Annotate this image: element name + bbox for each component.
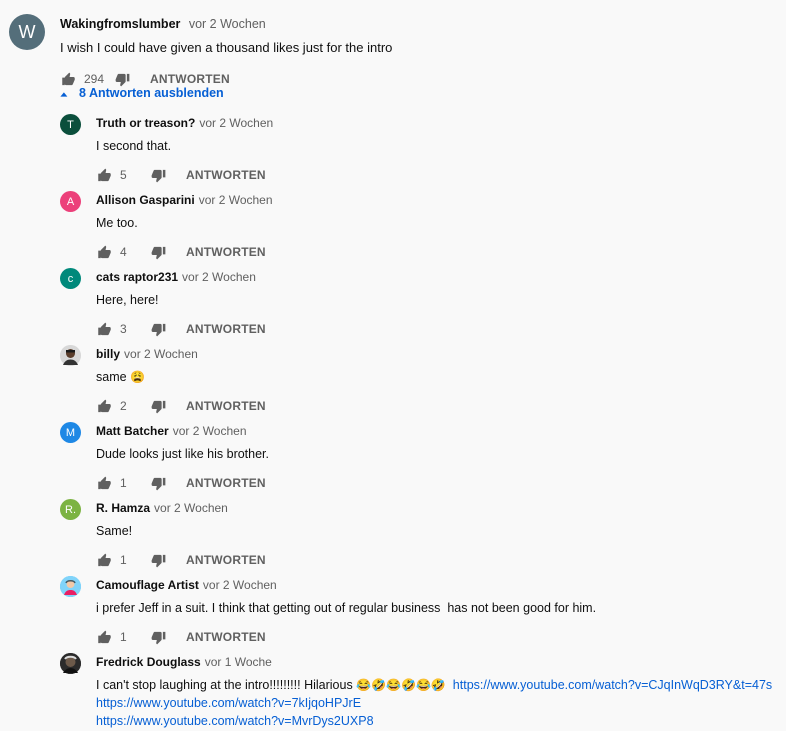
profile-photo-icon <box>60 653 81 674</box>
thumbs-down-icon[interactable] <box>150 398 166 414</box>
profile-photo-icon <box>60 576 81 597</box>
comment-actions: 1 ANTWORTEN <box>96 550 776 570</box>
reply-button[interactable]: ANTWORTEN <box>186 245 266 259</box>
avatar[interactable] <box>60 345 81 366</box>
reply-button[interactable]: ANTWORTEN <box>186 168 266 182</box>
comment-body: Camouflage Artist vor 2 Wochen i prefer J… <box>96 576 776 647</box>
thumbs-up-icon[interactable] <box>96 552 112 568</box>
comment-author[interactable]: billy <box>96 347 120 361</box>
thumbs-up-icon[interactable] <box>60 71 76 87</box>
caret-up-icon <box>59 86 71 100</box>
comment-time[interactable]: vor 2 Wochen <box>173 424 247 438</box>
comment-body: Truth or treason? vor 2 Wochen I second t… <box>96 114 776 185</box>
comment-body: Matt Batcher vor 2 Wochen Dude looks just… <box>96 422 776 493</box>
thumbs-up-icon[interactable] <box>96 321 112 337</box>
reply-button[interactable]: ANTWORTEN <box>186 322 266 336</box>
thumbs-down-icon[interactable] <box>150 167 166 183</box>
comment-time[interactable]: vor 2 Wochen <box>203 578 277 592</box>
avatar[interactable]: c <box>60 268 81 289</box>
comment-text: I second that. <box>96 139 172 153</box>
like-count: 4 <box>120 245 127 259</box>
comment-text-content: same <box>96 370 127 384</box>
comment-time[interactable]: vor 2 Wochen <box>124 347 198 361</box>
comment-text: I can't stop laughing at the intro!!!!!!… <box>96 676 776 730</box>
reply-button[interactable]: ANTWORTEN <box>150 72 230 86</box>
comment-actions: 5 ANTWORTEN <box>96 165 776 185</box>
profile-photo-icon <box>60 345 81 366</box>
comment-body: cats raptor231 vor 2 Wochen Here, here! 3… <box>96 268 776 339</box>
avatar[interactable]: M <box>60 422 81 443</box>
comment-author[interactable]: Camouflage Artist <box>96 578 199 592</box>
thumbs-down-icon[interactable] <box>150 552 166 568</box>
reply-button[interactable]: ANTWORTEN <box>186 553 266 567</box>
comment-actions: 4 ANTWORTEN <box>96 242 776 262</box>
hide-replies-label: 8 Antworten ausblenden <box>79 86 224 100</box>
comment-time[interactable]: vor 2 Wochen <box>182 270 256 284</box>
thumbs-up-icon[interactable] <box>96 629 112 645</box>
comment-text-content: I can't stop laughing at the intro!!!!!!… <box>96 678 353 692</box>
comment-text: i prefer Jeff in a suit. I think that ge… <box>96 601 597 615</box>
comment-text: I wish I could have given a thousand lik… <box>60 40 393 55</box>
video-link[interactable]: https://www.youtube.com/watch?v=7kIjqoHP… <box>96 694 776 712</box>
avatar[interactable]: T <box>60 114 81 135</box>
thumbs-down-icon[interactable] <box>114 71 130 87</box>
comment-author[interactable]: R. Hamza <box>96 501 150 515</box>
avatar[interactable]: R. <box>60 499 81 520</box>
thumbs-down-icon[interactable] <box>150 475 166 491</box>
thumbs-up-icon[interactable] <box>96 398 112 414</box>
avatar[interactable]: A <box>60 191 81 212</box>
thumbs-down-icon[interactable] <box>150 321 166 337</box>
thumbs-up-icon[interactable] <box>96 244 112 260</box>
hide-replies-button[interactable]: 8 Antworten ausblenden <box>59 86 224 100</box>
like-count: 1 <box>120 630 127 644</box>
comment-author[interactable]: Matt Batcher <box>96 424 169 438</box>
like-count: 1 <box>120 476 127 490</box>
avatar[interactable]: W <box>9 14 45 50</box>
reply-button[interactable]: ANTWORTEN <box>186 630 266 644</box>
reply-button[interactable]: ANTWORTEN <box>186 399 266 413</box>
comment-author[interactable]: Fredrick Douglass <box>96 655 201 669</box>
comment-author[interactable]: Wakingfromslumber <box>60 17 180 31</box>
thumbs-up-icon[interactable] <box>96 167 112 183</box>
comment-time[interactable]: vor 2 Wochen <box>189 17 266 31</box>
comment-text: Dude looks just like his brother. <box>96 447 270 461</box>
comment-time[interactable]: vor 2 Wochen <box>199 116 273 130</box>
video-link[interactable]: https://www.youtube.com/watch?v=MvrDys2U… <box>96 712 776 730</box>
like-count: 1 <box>120 553 127 567</box>
video-link[interactable]: https://www.youtube.com/watch?v=CJqInWqD… <box>453 678 772 692</box>
comment-text: Here, here! <box>96 293 159 307</box>
comment-actions: 1 ANTWORTEN <box>96 473 776 493</box>
avatar[interactable] <box>60 576 81 597</box>
comment-actions: 1 ANTWORTEN <box>96 627 776 647</box>
like-count: 5 <box>120 168 127 182</box>
thumbs-down-icon[interactable] <box>150 244 166 260</box>
comment-author[interactable]: Truth or treason? <box>96 116 195 130</box>
thumbs-up-icon[interactable] <box>96 475 112 491</box>
avatar[interactable] <box>60 653 81 674</box>
emoji-weary-icon: 😩 <box>130 370 146 384</box>
comment-body: R. Hamza vor 2 Wochen Same! 1 ANTWORTEN <box>96 499 776 570</box>
comment-body: Wakingfromslumber vor 2 Wochen I wish I … <box>60 14 760 89</box>
reply-button[interactable]: ANTWORTEN <box>186 476 266 490</box>
comment-body: Fredrick Douglass vor 1 Woche I can't sto… <box>96 653 776 730</box>
comment-body: Allison Gasparini vor 2 Wochen Me too. 4 … <box>96 191 776 262</box>
comment-text: Same! <box>96 524 133 538</box>
comment-time[interactable]: vor 1 Woche <box>205 655 272 669</box>
comment-time[interactable]: vor 2 Wochen <box>199 193 273 207</box>
like-count: 3 <box>120 322 127 336</box>
emoji-laughing-icon: 😂🤣😂🤣😂🤣 <box>356 678 446 692</box>
comment-actions: 3 ANTWORTEN <box>96 319 776 339</box>
like-count: 2 <box>120 399 127 413</box>
comment-text: Me too. <box>96 216 138 230</box>
thumbs-down-icon[interactable] <box>150 629 166 645</box>
comment-author[interactable]: cats raptor231 <box>96 270 178 284</box>
like-count: 294 <box>84 72 105 86</box>
comment-author[interactable]: Allison Gasparini <box>96 193 195 207</box>
comment-text: same 😩 <box>96 368 776 386</box>
comment-actions: 2 ANTWORTEN <box>96 396 776 416</box>
comment-body: billy vor 2 Wochen same 😩 2 ANTWORTEN <box>96 345 776 416</box>
comment-time[interactable]: vor 2 Wochen <box>154 501 228 515</box>
